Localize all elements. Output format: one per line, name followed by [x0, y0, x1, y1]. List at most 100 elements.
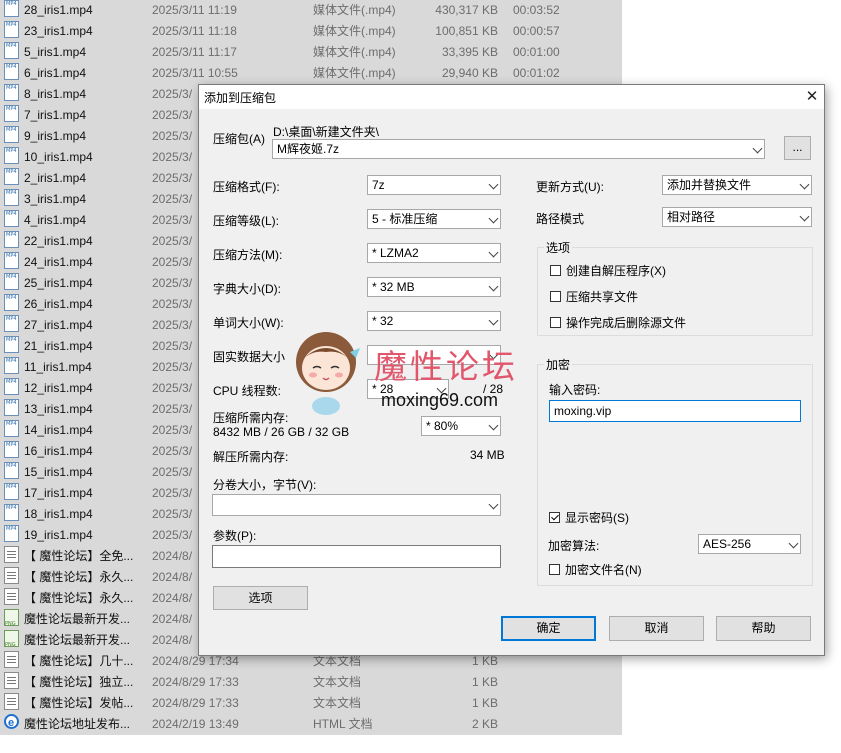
params-input[interactable]	[212, 545, 501, 568]
archive-name-value: M辉夜姬.7z	[277, 142, 340, 156]
file-date: 2025/3/	[152, 192, 193, 206]
help-button[interactable]: 帮助	[716, 616, 811, 641]
file-row[interactable]: 28_iris1.mp42025/3/11 11:19媒体文件(.mp4)430…	[0, 0, 622, 21]
delete-after-checkbox-label: 操作完成后删除源文件	[566, 316, 687, 330]
file-date: 2025/3/11 10:55	[152, 66, 238, 80]
ok-button[interactable]: 确定	[501, 616, 596, 641]
file-date: 2025/3/11 11:17	[152, 45, 237, 59]
format-select[interactable]: 7z	[367, 175, 501, 195]
file-date: 2025/3/	[152, 150, 193, 164]
file-date: 2025/3/	[152, 108, 193, 122]
options-button[interactable]: 选项	[213, 586, 308, 610]
chevron-down-icon	[488, 315, 499, 326]
file-name: 魔性论坛地址发布...	[24, 717, 131, 731]
word-value: * 32	[372, 314, 394, 328]
file-name: 12_iris1.mp4	[24, 381, 93, 395]
file-size: 2 KB	[471, 717, 498, 731]
checkbox-box	[550, 265, 561, 276]
chevron-down-icon	[488, 213, 499, 224]
show-password-label: 显示密码(S)	[565, 511, 629, 525]
file-date: 2025/3/	[152, 507, 193, 521]
word-select[interactable]: * 32	[367, 311, 501, 331]
file-date: 2025/3/	[152, 381, 193, 395]
file-type: 文本文档	[313, 675, 362, 689]
file-size: 1 KB	[471, 696, 498, 710]
file-date: 2025/3/	[152, 171, 193, 185]
file-length: 00:01:00	[513, 45, 560, 59]
chevron-down-icon	[799, 211, 810, 222]
file-row[interactable]: 23_iris1.mp42025/3/11 11:18媒体文件(.mp4)100…	[0, 15, 622, 42]
mem-percent-select[interactable]: * 80%	[421, 416, 501, 436]
archive-name-combo[interactable]: M辉夜姬.7z	[272, 139, 765, 159]
file-name: 16_iris1.mp4	[24, 444, 93, 458]
file-date: 2025/3/	[152, 402, 193, 416]
cancel-button[interactable]: 取消	[609, 616, 704, 641]
file-size: 33,395 KB	[441, 45, 498, 59]
file-name: 11_iris1.mp4	[24, 360, 92, 374]
format-value: 7z	[372, 178, 385, 192]
file-name: 【 魔性论坛】几十...	[24, 654, 134, 668]
shared-files-checkbox-label: 压缩共享文件	[566, 290, 639, 304]
file-name: 8_iris1.mp4	[24, 87, 87, 101]
dict-select[interactable]: * 32 MB	[367, 277, 501, 297]
checkbox-box	[549, 564, 560, 575]
split-size-select[interactable]	[212, 494, 501, 516]
browse-button[interactable]: ...	[784, 136, 811, 160]
file-row[interactable]: 【 魔性论坛】发帖... 2024/8/29 17:33 文本文档 1 KB	[0, 693, 622, 714]
file-row[interactable]: 魔性论坛地址发布... 2024/2/19 13:49 HTML 文档 2 KB	[0, 713, 622, 735]
file-date: 2025/3/	[152, 528, 193, 542]
update-select[interactable]: 添加并替换文件	[662, 175, 812, 195]
file-date: 2025/3/	[152, 318, 193, 332]
file-row[interactable]: 6_iris1.mp42025/3/11 10:55媒体文件(.mp4)29,9…	[0, 57, 622, 84]
file-name: 23_iris1.mp4	[24, 24, 93, 38]
file-name: 【 魔性论坛】发帖...	[24, 696, 134, 710]
file-row[interactable]: 5_iris1.mp42025/3/11 11:17媒体文件(.mp4)33,3…	[0, 36, 622, 63]
dialog-titlebar[interactable]: 添加到压缩包 ✕	[199, 85, 824, 109]
update-value: 添加并替换文件	[667, 178, 752, 192]
file-name: 10_iris1.mp4	[24, 150, 93, 164]
file-type: HTML 文档	[313, 717, 373, 731]
close-button[interactable]: ✕	[800, 85, 824, 109]
chevron-down-icon	[788, 538, 799, 549]
file-length: 00:03:52	[513, 3, 560, 17]
path-value: 相对路径	[667, 210, 716, 224]
encryption-group: 加密 输入密码: moxing.vip 显示密码(S) 加密算法: AES-25…	[537, 356, 813, 586]
file-date: 2024/8/29 17:33	[152, 696, 239, 710]
checkbox-box	[549, 512, 560, 523]
file-name: 2_iris1.mp4	[24, 171, 87, 185]
file-name: 魔性论坛最新开发...	[24, 633, 131, 647]
encrypt-names-label: 加密文件名(N)	[565, 563, 642, 577]
password-label: 输入密码:	[549, 383, 601, 397]
password-input[interactable]: moxing.vip	[549, 400, 801, 422]
file-size: 430,317 KB	[435, 3, 498, 17]
file-name: 【 魔性论坛】永久...	[24, 591, 134, 605]
file-name: 14_iris1.mp4	[24, 423, 93, 437]
options-group-title: 选项	[544, 239, 573, 256]
file-date: 2024/8/	[152, 612, 193, 626]
file-name: 28_iris1.mp4	[24, 3, 93, 17]
dialog-title: 添加到压缩包	[204, 91, 277, 105]
params-label: 参数(P):	[213, 529, 257, 543]
txt-file-icon	[4, 588, 19, 605]
method-value: * LZMA2	[372, 246, 419, 260]
file-name: 13_iris1.mp4	[24, 402, 93, 416]
path-label: 路径模式	[536, 212, 585, 226]
method-select[interactable]: * LZMA2	[367, 243, 501, 263]
file-date: 2025/3/	[152, 87, 193, 101]
file-date: 2025/3/	[152, 339, 193, 353]
level-value: 5 - 标准压缩	[372, 212, 438, 226]
file-name: 【 魔性论坛】全免...	[24, 549, 134, 563]
mem-percent-value: * 80%	[426, 419, 459, 433]
file-name: 15_iris1.mp4	[24, 465, 93, 479]
enc-method-value: AES-256	[703, 537, 752, 551]
path-select[interactable]: 相对路径	[662, 207, 812, 227]
file-size: 1 KB	[471, 675, 498, 689]
file-date: 2025/3/	[152, 213, 193, 227]
file-name: 6_iris1.mp4	[24, 66, 87, 80]
file-row[interactable]: 【 魔性论坛】独立... 2024/8/29 17:33 文本文档 1 KB	[0, 672, 622, 693]
chevron-down-icon	[752, 143, 763, 154]
enc-method-select[interactable]: AES-256	[698, 534, 801, 554]
level-select[interactable]: 5 - 标准压缩	[367, 209, 501, 229]
dict-label: 字典大小(D):	[213, 282, 281, 296]
file-date: 2025/3/	[152, 255, 193, 269]
